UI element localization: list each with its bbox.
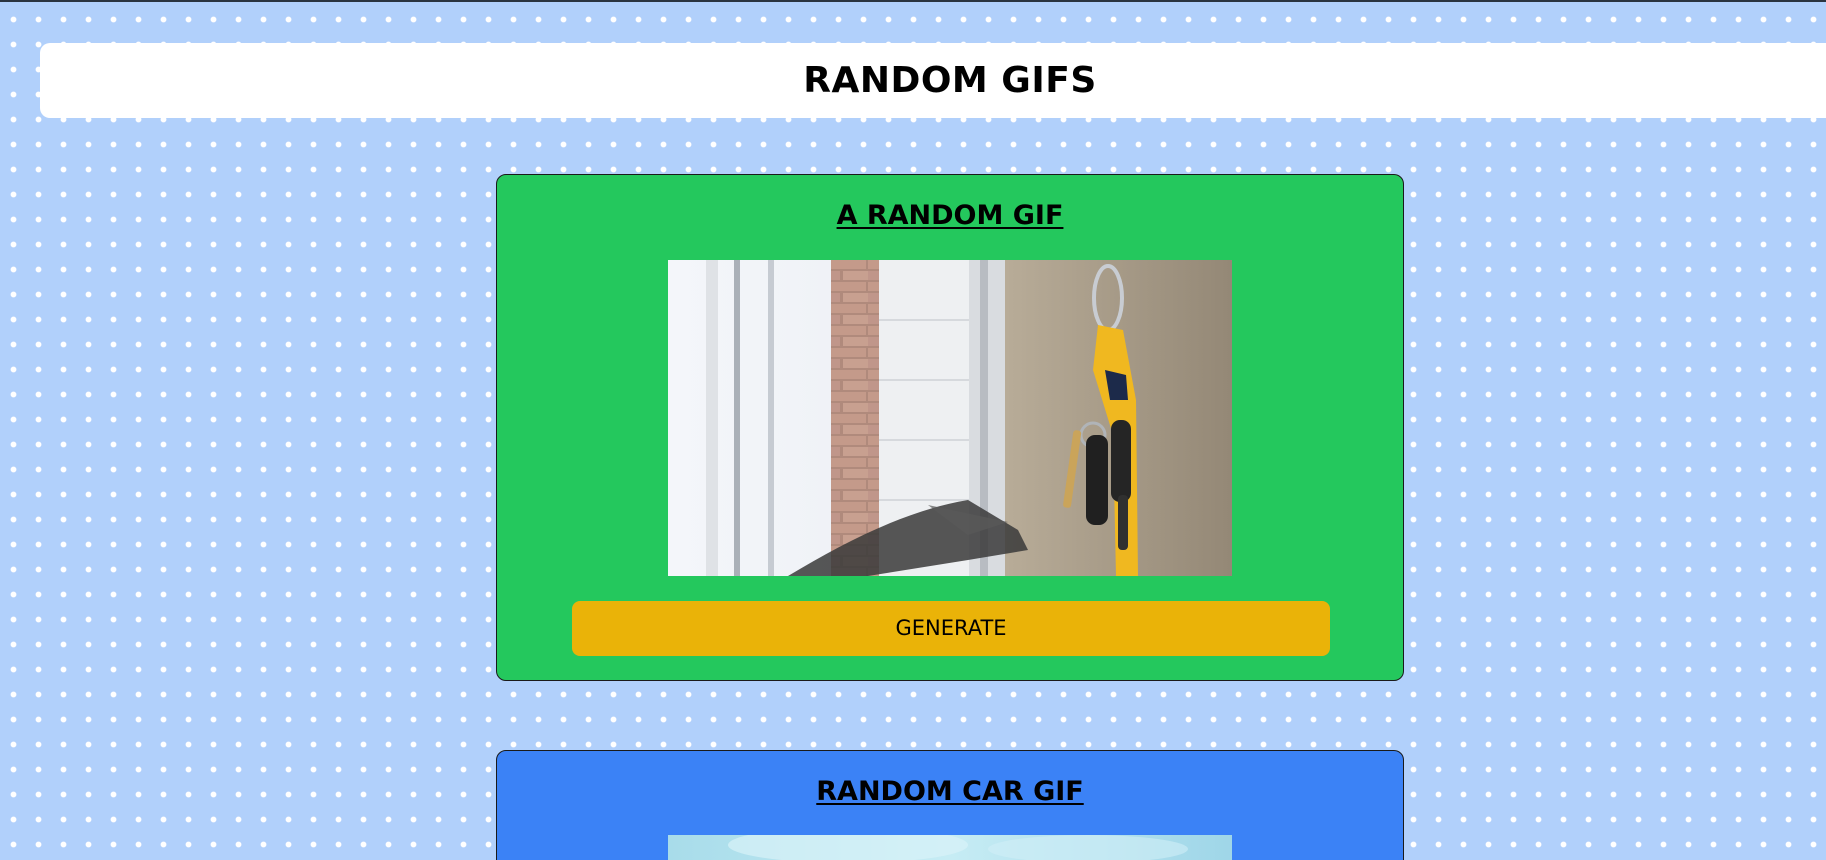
random-car-gif-card: RANDOM CAR GIF	[496, 750, 1404, 860]
random-car-gif-title: RANDOM CAR GIF	[816, 776, 1084, 807]
page-header: RANDOM GIFS	[40, 43, 1826, 118]
generate-button[interactable]: GENERATE	[572, 601, 1330, 656]
page-title: RANDOM GIFS	[803, 60, 1097, 101]
random-gif-image	[668, 260, 1232, 576]
random-gif-title: A RANDOM GIF	[836, 200, 1064, 231]
random-gif-card: A RANDOM GIF GENERATE	[496, 174, 1404, 681]
random-car-gif-image	[668, 835, 1232, 860]
